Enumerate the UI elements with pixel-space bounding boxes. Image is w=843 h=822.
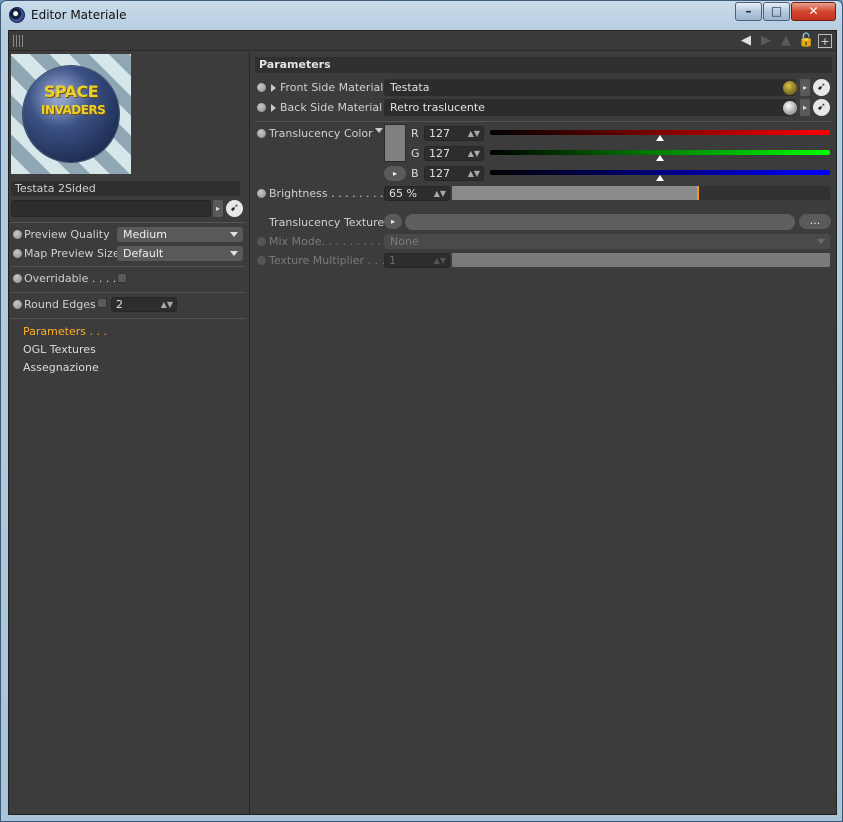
pick-cursor-icon[interactable]: ➹ [226, 200, 243, 217]
front-side-material-link[interactable]: Testata [384, 79, 796, 96]
color-expand-button[interactable]: ▸ [384, 166, 406, 181]
editor-window: Editor Materiale – □ ✕ ◀ ▶ ▲ 🔓 + SPACE I… [0, 0, 843, 822]
translucency-texture-link[interactable] [405, 214, 795, 230]
mix-mode-select[interactable]: None [384, 234, 830, 249]
preview-logo-text: SPACE INVADERS [41, 82, 106, 117]
chevron-down-icon [230, 232, 238, 237]
back-side-material-label: Back Side Material [280, 101, 383, 114]
map-preview-size-select[interactable]: Default [117, 246, 243, 261]
back-side-material-link[interactable]: Retro traslucente [384, 99, 796, 116]
minimize-button[interactable]: – [735, 2, 762, 21]
mix-mode-label: Mix Mode. . . . . . . . . . . [269, 235, 395, 248]
keyframe-dot-icon [257, 256, 266, 265]
nav-assegnazione[interactable]: Assegnazione [23, 361, 99, 374]
keyframe-dot-icon[interactable] [13, 300, 22, 309]
spinner-icon: ▲▼ [433, 256, 446, 265]
texture-multiplier-slider[interactable] [452, 253, 830, 267]
divider [11, 222, 245, 223]
brightness-label: Brightness . . . . . . . . . [269, 187, 391, 200]
translucency-color-swatch[interactable] [384, 124, 406, 162]
b-channel-label: B [411, 167, 419, 180]
keyframe-dot-icon [257, 237, 266, 246]
round-edges-label: Round Edges [24, 298, 96, 311]
new-window-icon[interactable]: + [818, 34, 832, 48]
close-button[interactable]: ✕ [791, 2, 836, 21]
map-preview-size-label: Map Preview Size [24, 247, 120, 260]
material-thumb-icon [783, 81, 797, 95]
r-channel-input[interactable]: 127 ▲▼ [424, 126, 484, 141]
nav-parameters[interactable]: Parameters . . . [23, 325, 107, 338]
g-slider-handle[interactable] [656, 155, 664, 161]
keyframe-dot-icon[interactable] [13, 249, 22, 258]
divider [255, 121, 832, 122]
title-bar[interactable]: Editor Materiale – □ ✕ [1, 1, 842, 29]
pick-cursor-icon[interactable]: ➹ [813, 79, 830, 96]
link-menu-arrow-icon[interactable]: ▸ [800, 99, 810, 116]
up-arrow-icon[interactable]: ▲ [778, 33, 794, 49]
front-side-material-label: Front Side Material [280, 81, 384, 94]
texture-multiplier-input[interactable]: 1 ▲▼ [384, 253, 450, 268]
cinema4d-logo-icon [9, 7, 25, 23]
texture-menu-button[interactable]: ▸ [384, 214, 402, 229]
spinner-icon: ▲▼ [160, 300, 173, 309]
keyframe-dot-icon[interactable] [13, 230, 22, 239]
brightness-slider-handle [696, 186, 699, 200]
keyframe-dot-icon[interactable] [257, 103, 266, 112]
top-toolbar: ◀ ▶ ▲ 🔓 + [9, 31, 836, 51]
chevron-down-icon [230, 251, 238, 256]
spinner-icon: ▲▼ [433, 189, 446, 198]
grip-icon[interactable] [13, 35, 25, 47]
g-channel-label: G [411, 147, 420, 160]
link-menu-arrow-icon[interactable]: ▸ [800, 79, 810, 96]
parameters-header: Parameters [255, 57, 832, 73]
chevron-down-icon[interactable] [375, 128, 383, 133]
spinner-icon: ▲▼ [467, 169, 480, 178]
nav-ogl-textures[interactable]: OGL Textures [23, 343, 96, 356]
preview-sphere: SPACE INVADERS [23, 66, 119, 162]
client-area: ◀ ▶ ▲ 🔓 + SPACE INVADERS Testata 2Sided … [8, 30, 837, 815]
window-title: Editor Materiale [31, 8, 127, 22]
expand-arrow-icon[interactable] [271, 104, 276, 112]
keyframe-dot-icon[interactable] [257, 83, 266, 92]
maximize-button[interactable]: □ [763, 2, 790, 21]
divider [11, 266, 245, 267]
material-thumb-icon [783, 101, 797, 115]
b-slider-handle[interactable] [656, 175, 664, 181]
g-channel-input[interactable]: 127 ▲▼ [424, 146, 484, 161]
lock-icon[interactable]: 🔓 [798, 33, 814, 49]
round-edges-checkbox[interactable] [97, 298, 107, 308]
expand-arrow-icon[interactable] [271, 84, 276, 92]
keyframe-dot-icon[interactable] [257, 129, 266, 138]
r-channel-label: R [411, 127, 419, 140]
round-edges-input[interactable]: 2 ▲▼ [111, 297, 177, 312]
overridable-checkbox[interactable] [117, 273, 127, 283]
keyframe-dot-icon[interactable] [257, 189, 266, 198]
texture-multiplier-label: Texture Multiplier . . . [269, 254, 386, 267]
material-preview[interactable]: SPACE INVADERS [11, 54, 131, 174]
overridable-label: Overridable . . . . [24, 272, 117, 285]
preview-quality-select[interactable]: Medium [117, 227, 243, 242]
keyframe-dot-icon[interactable] [13, 274, 22, 283]
pick-cursor-icon[interactable]: ➹ [813, 99, 830, 116]
preview-quality-label: Preview Quality [24, 228, 110, 241]
back-arrow-icon[interactable]: ◀ [738, 33, 754, 49]
texture-more-button[interactable]: ... [799, 214, 831, 229]
divider [11, 318, 245, 319]
link-menu-arrow-icon[interactable]: ▸ [213, 200, 223, 217]
b-channel-input[interactable]: 127 ▲▼ [424, 166, 484, 181]
translucency-texture-label: Translucency Texture [269, 216, 385, 229]
material-name-field[interactable]: Testata 2Sided [11, 181, 240, 196]
r-slider-handle[interactable] [656, 135, 664, 141]
brightness-slider[interactable] [452, 186, 830, 200]
translucency-color-label: Translucency Color [269, 127, 373, 140]
brightness-input[interactable]: 65 % ▲▼ [384, 186, 450, 201]
spinner-icon: ▲▼ [467, 149, 480, 158]
forward-arrow-icon[interactable]: ▶ [758, 33, 774, 49]
right-panel: Parameters Front Side Material Testata ▸… [251, 52, 836, 814]
spinner-icon: ▲▼ [467, 129, 480, 138]
material-link-field[interactable] [11, 200, 211, 217]
divider [11, 292, 245, 293]
chevron-down-icon [817, 239, 825, 244]
left-panel: SPACE INVADERS Testata 2Sided ▸ ➹ Previe… [9, 52, 250, 814]
